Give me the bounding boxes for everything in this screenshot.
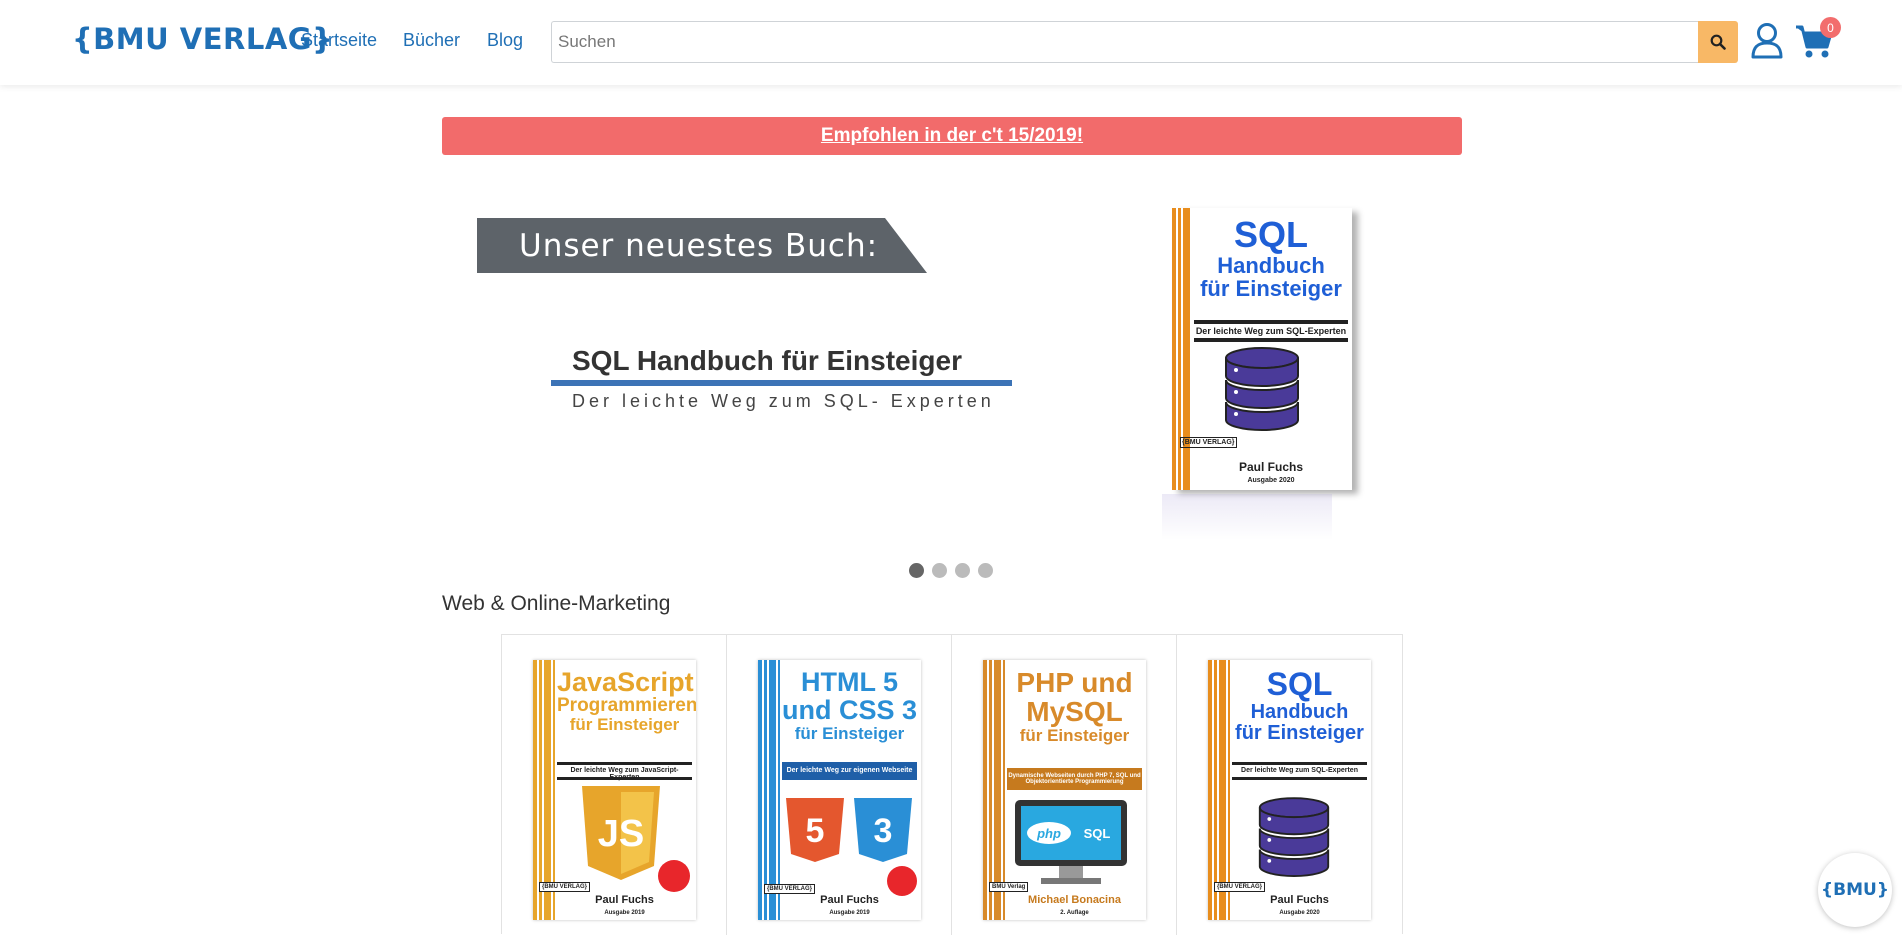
book-title: HTML 5 und CSS 3 für Einsteiger [782, 668, 917, 743]
book-card-html-css[interactable]: HTML 5 und CSS 3 für Einsteiger Der leic… [727, 635, 952, 935]
book-author: Paul Fuchs [595, 894, 654, 906]
site-header: {BMU VERLAG} Startseite Bücher Blog 0 [0, 0, 1902, 85]
book-title-line: für Einsteiger [1235, 721, 1364, 744]
book-edition: Ausgabe 2019 [829, 910, 870, 916]
book-band: Dynamische Webseiten durch PHP 7, SQL un… [1007, 768, 1142, 790]
book-cover[interactable]: HTML 5 und CSS 3 für Einsteiger Der leic… [758, 660, 921, 920]
search-button[interactable] [1698, 21, 1738, 63]
book-cover[interactable]: SQL Handbuch für Einsteiger Der leichte … [1208, 660, 1371, 920]
book-title-line: Handbuch [1250, 700, 1349, 723]
cover-stripes [1208, 660, 1230, 920]
search-input[interactable] [551, 21, 1699, 63]
book-title-line: und CSS 3 [782, 695, 918, 726]
book-title-line: PHP und [1016, 667, 1133, 698]
banner-title: SQL Handbuch für Einsteiger [572, 345, 962, 376]
monitor-php-sql-icon: php SQL [1015, 800, 1127, 884]
hero-cover-band: Der leichte Weg zum SQL-Experten [1194, 320, 1348, 342]
book-title-line: Programmieren [557, 695, 696, 717]
slider-dots [909, 563, 993, 578]
section-title: Web & Online-Marketing [442, 592, 671, 615]
slider-dot-2[interactable] [932, 563, 947, 578]
book-edition: 2. Auflage [1060, 910, 1089, 916]
hero-cover-logo: {BMU VERLAG} [1180, 437, 1237, 448]
cover-stripes [533, 660, 555, 920]
book-title-line: für Einsteiger [794, 723, 905, 743]
book-card-php-mysql[interactable]: PHP und MySQL für Einsteiger Dynamische … [952, 635, 1177, 935]
database-icon [1225, 347, 1299, 431]
hero-cover-title-line: für Einsteiger [1200, 275, 1342, 301]
html5-css3-logo-icon: 5 3 [786, 798, 912, 862]
book-title-line: HTML 5 [800, 667, 898, 697]
cover-stripes [758, 660, 780, 920]
site-logo[interactable]: {BMU VERLAG} [72, 22, 333, 56]
book-title: SQL Handbuch für Einsteiger [1232, 666, 1367, 744]
svg-text:5: 5 [806, 812, 825, 850]
promo-bar: Empfohlen in der c't 15/2019! [442, 117, 1462, 155]
book-edition: Ausgabe 2020 [1279, 910, 1320, 916]
cover-stripes [983, 660, 1005, 920]
svg-text:SQL: SQL [1084, 826, 1111, 841]
book-author: Michael Bonacina [1028, 894, 1121, 906]
sticker-badge [887, 866, 917, 896]
book-title-line: MySQL [1026, 696, 1123, 728]
hero-cover-title-line: Handbuch [1217, 252, 1325, 278]
book-title: PHP und MySQL für Einsteiger [1007, 668, 1142, 745]
book-grid: JavaScript Programmieren für Einsteiger … [501, 634, 1403, 935]
hero-book-cover[interactable]: SQL Handbuch für Einsteiger Der leichte … [1162, 208, 1394, 540]
svg-text:3: 3 [874, 812, 893, 850]
book-title-line: für Einsteiger [569, 715, 680, 735]
slider-dot-3[interactable] [955, 563, 970, 578]
nav-buecher[interactable]: Bücher [403, 30, 460, 51]
book-title-line: JavaScript [557, 667, 694, 697]
account-button[interactable] [1750, 22, 1784, 60]
hero-slider[interactable]: Unser neuestes Buch: SQL Handbuch für Ei… [442, 190, 1462, 540]
book-cover[interactable]: PHP und MySQL für Einsteiger Dynamische … [983, 660, 1146, 920]
promo-link[interactable]: Empfohlen in der c't 15/2019! [821, 125, 1083, 147]
book-cover[interactable]: JavaScript Programmieren für Einsteiger … [533, 660, 696, 920]
book-card-javascript[interactable]: JavaScript Programmieren für Einsteiger … [502, 635, 727, 935]
chat-widget-button[interactable]: {BMU} [1818, 853, 1892, 927]
book-logo: {BMU VERLAG} [1214, 882, 1266, 892]
hero-cover-title-line: SQL [1233, 214, 1308, 255]
book-band: Der leichte Weg zur eigenen Webseite [782, 762, 917, 780]
book-logo: {BMU VERLAG} [764, 884, 816, 894]
book-edition: Ausgabe 2019 [604, 910, 645, 916]
book-band: Der leichte Weg zum JavaScript-Experten [557, 762, 692, 781]
book-title-line: SQL [1266, 666, 1333, 702]
slider-dot-1[interactable] [909, 563, 924, 578]
book-author: Paul Fuchs [1270, 894, 1329, 906]
search-icon [1710, 34, 1726, 50]
book-logo: BMU Verlag [989, 882, 1029, 892]
banner-underline [551, 380, 1012, 386]
hero-cover-author: Paul Fuchs [1238, 460, 1303, 474]
database-icon [1258, 797, 1330, 877]
cart-count-badge: 0 [1820, 17, 1841, 38]
book-title-line: für Einsteiger [1019, 725, 1130, 745]
nav-startseite[interactable]: Startseite [301, 30, 377, 51]
book-author: Paul Fuchs [820, 894, 879, 906]
banner-tag-text: Unser neuestes Buch: [519, 228, 879, 264]
hero-cover-title: SQL Handbuch für Einsteiger [1194, 216, 1348, 300]
user-icon [1751, 23, 1783, 59]
svg-text:JS: JS [598, 813, 644, 855]
js-logo-icon: JS [582, 786, 660, 880]
book-reflection [1162, 494, 1332, 540]
hero-cover-edition: Ausgabe 2020 [1247, 477, 1295, 484]
banner-tag: Unser neuestes Buch: [477, 218, 927, 273]
book-title: JavaScript Programmieren für Einsteiger [557, 667, 696, 735]
sticker-badge [658, 860, 690, 892]
book-logo: {BMU VERLAG} [539, 882, 591, 892]
book-card-sql[interactable]: SQL Handbuch für Einsteiger Der leichte … [1177, 635, 1402, 935]
svg-text:php: php [1036, 826, 1061, 841]
banner-subtitle: Der leichte Weg zum SQL- Experten [572, 391, 995, 411]
book-band: Der leichte Weg zum SQL-Experten [1232, 762, 1367, 780]
slider-dot-4[interactable] [978, 563, 993, 578]
nav-blog[interactable]: Blog [487, 30, 523, 51]
